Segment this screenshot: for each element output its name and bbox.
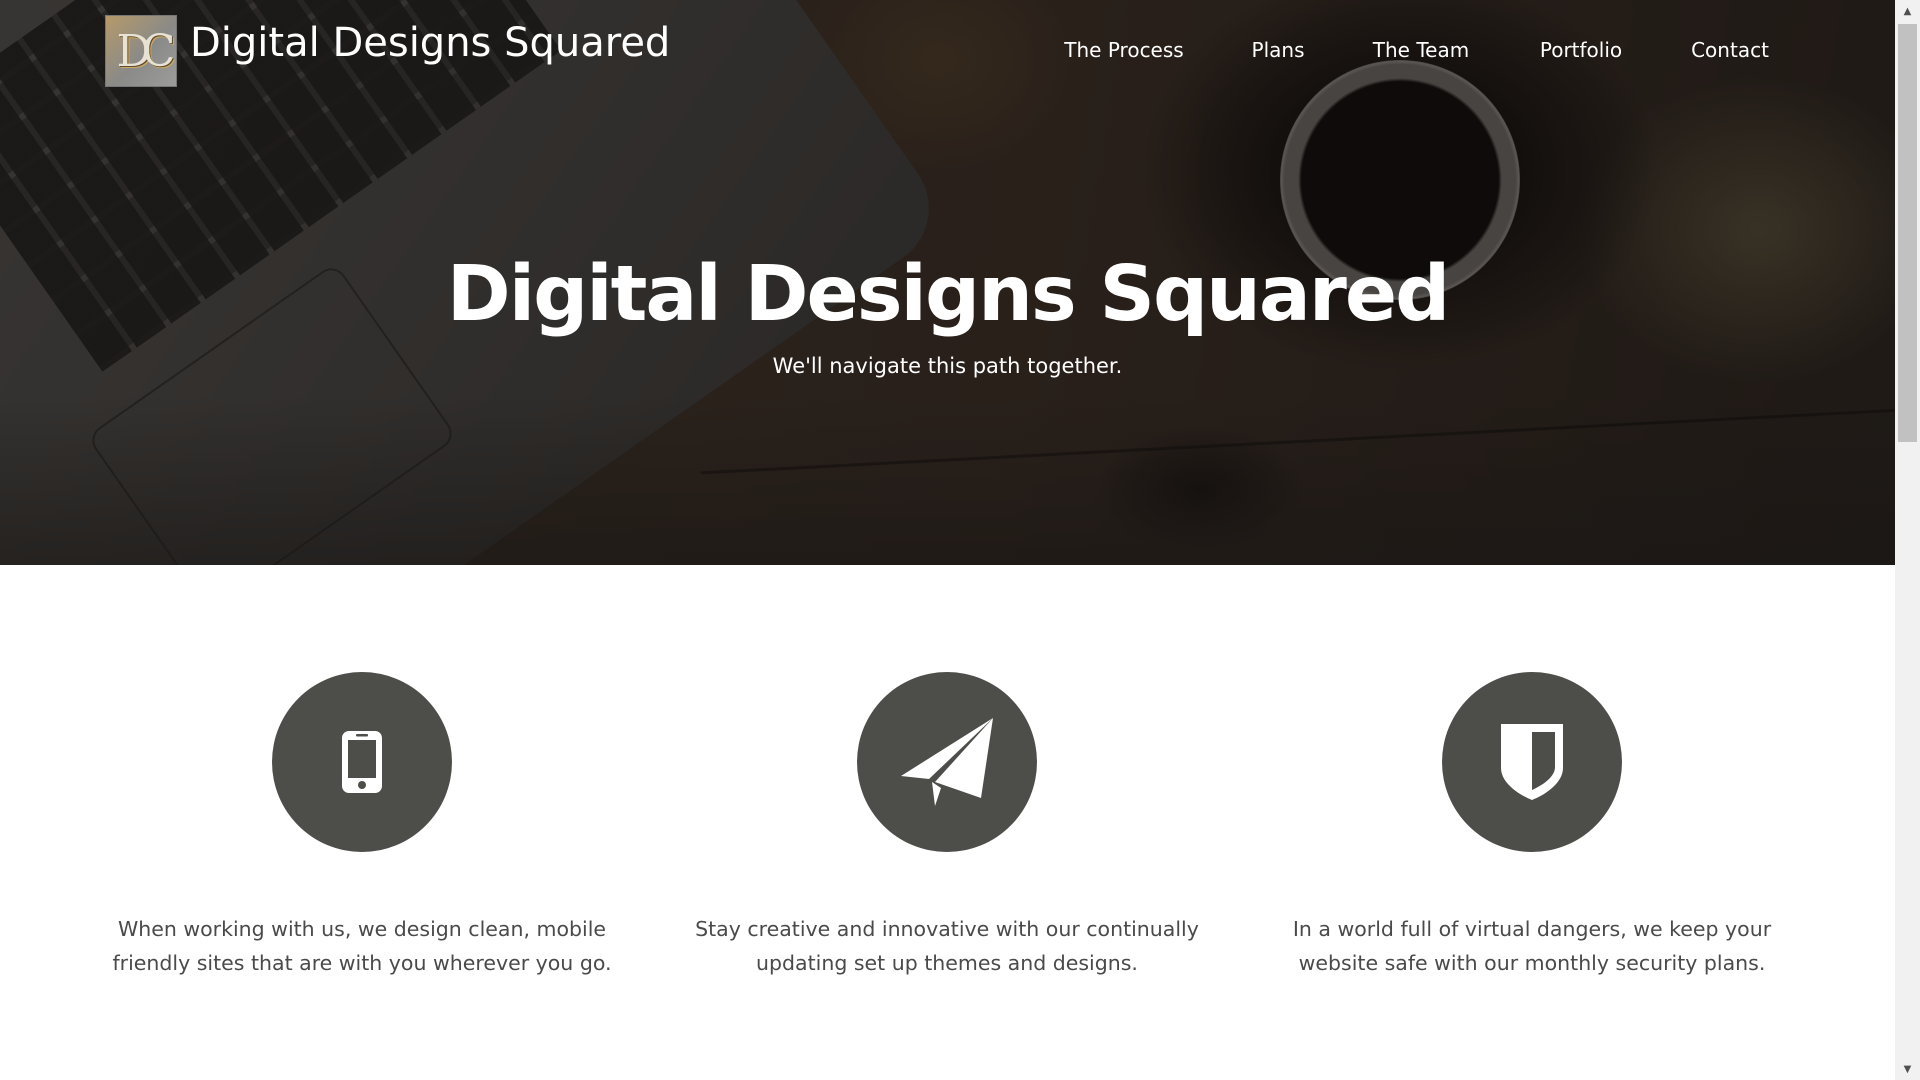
feature-icon-circle <box>272 672 452 852</box>
feature-text: Stay creative and innovative with our co… <box>695 917 1199 975</box>
hero-gradient <box>0 395 1895 565</box>
hero-subtitle: We'll navigate this path together. <box>772 354 1123 378</box>
nav-link-portfolio[interactable]: Portfolio <box>1540 38 1622 62</box>
mobile-phone-icon <box>342 731 382 793</box>
paper-plane-icon <box>901 718 993 806</box>
scroll-up-arrow-icon[interactable]: ▲ <box>1895 0 1920 22</box>
feature-icon-circle <box>857 672 1037 852</box>
feature-themes: Stay creative and innovative with our co… <box>667 672 1227 980</box>
feature-mobile: When working with us, we design clean, m… <box>82 672 642 980</box>
feature-text: When working with us, we design clean, m… <box>112 917 612 975</box>
scroll-down-arrow-icon[interactable]: ▼ <box>1895 1058 1920 1080</box>
hero-title: Digital Designs Squared <box>446 250 1450 339</box>
feature-text: In a world full of virtual dangers, we k… <box>1292 917 1772 975</box>
nav-link-plans[interactable]: Plans <box>1252 38 1305 62</box>
feature-security: In a world full of virtual dangers, we k… <box>1252 672 1812 980</box>
scrollbar-thumb[interactable] <box>1898 24 1917 442</box>
main-nav: The Process Plans The Team Portfolio Con… <box>0 38 1895 68</box>
shield-icon <box>1501 724 1563 800</box>
nav-link-the-process[interactable]: The Process <box>1064 38 1183 62</box>
nav-link-the-team[interactable]: The Team <box>1373 38 1469 62</box>
feature-icon-circle <box>1442 672 1622 852</box>
nav-link-contact[interactable]: Contact <box>1691 38 1769 62</box>
page-scrollbar[interactable]: ▲ ▼ <box>1895 0 1920 1080</box>
